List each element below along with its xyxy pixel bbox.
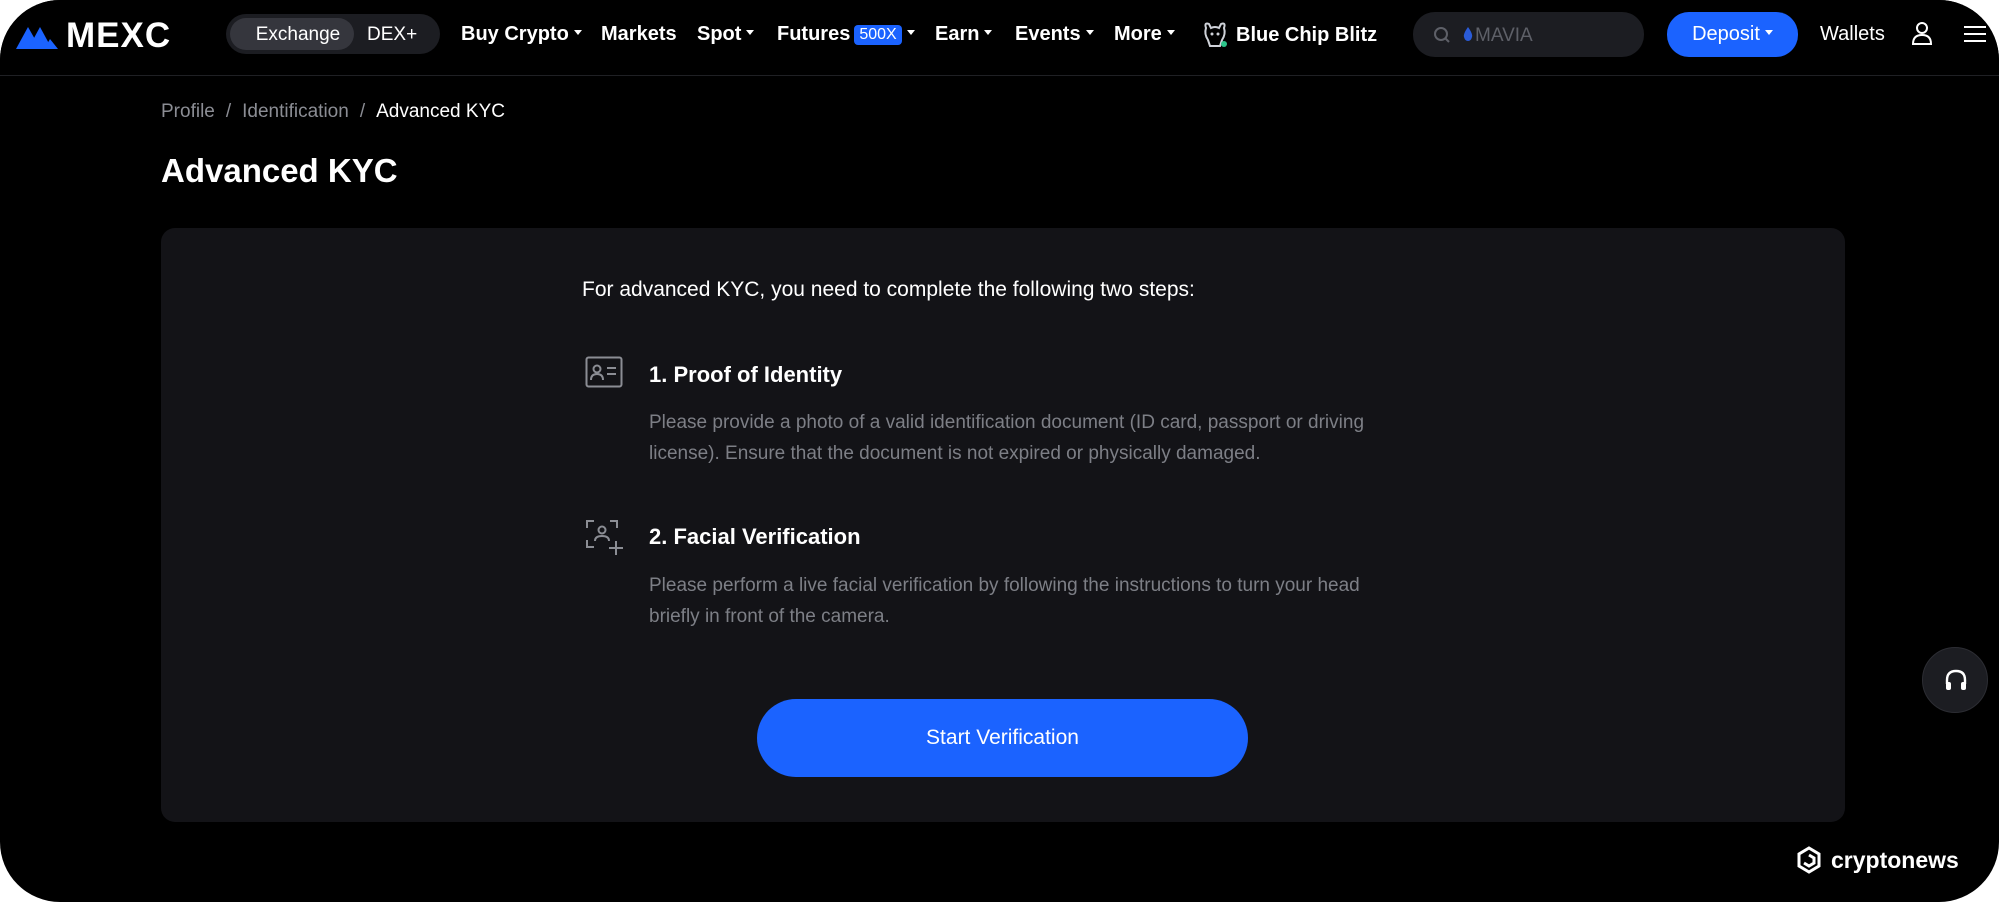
chevron-down-icon bbox=[1085, 30, 1094, 36]
nav-futures[interactable]: Futures 500X bbox=[777, 23, 915, 46]
headset-icon bbox=[1945, 669, 1967, 690]
menu-icon[interactable] bbox=[1962, 24, 1986, 44]
breadcrumb-identification[interactable]: Identification bbox=[242, 101, 349, 122]
top-nav: MEXC Exchange DEX+ Buy Crypto Markets Sp… bbox=[0, 0, 1999, 76]
nav-futures-label: Futures bbox=[777, 23, 851, 45]
exchange-dex-switch: Exchange DEX+ bbox=[226, 14, 440, 54]
kyc-intro-text: For advanced KYC, you need to complete t… bbox=[582, 278, 1195, 301]
nav-spot[interactable]: Spot bbox=[697, 23, 755, 46]
page-title: Advanced KYC bbox=[161, 152, 398, 189]
deposit-label: Deposit bbox=[1692, 23, 1760, 45]
flame-icon bbox=[1463, 27, 1473, 41]
breadcrumb-separator: / bbox=[225, 101, 232, 122]
breadcrumb-separator: / bbox=[359, 101, 366, 122]
support-button[interactable] bbox=[1922, 647, 1988, 713]
switch-dex[interactable]: DEX+ bbox=[367, 24, 417, 46]
promo-blue-chip-blitz[interactable]: Blue Chip Blitz bbox=[1200, 20, 1377, 50]
id-card-icon bbox=[585, 356, 623, 388]
nav-earn-label: Earn bbox=[935, 23, 980, 45]
step-2-title: 2. Facial Verification bbox=[649, 524, 861, 549]
nav-earn[interactable]: Earn bbox=[935, 23, 993, 46]
cryptonews-watermark: cryptonews bbox=[1795, 846, 1959, 874]
wallets-link[interactable]: Wallets bbox=[1820, 23, 1885, 46]
breadcrumb: Profile / Identification / Advanced KYC bbox=[161, 101, 505, 123]
step-2-desc-line-2: briefly in front of the camera. bbox=[649, 606, 890, 627]
start-verification-button[interactable]: Start Verification bbox=[757, 699, 1248, 777]
step-2-description: Please perform a live facial verificatio… bbox=[649, 570, 1479, 632]
nav-events[interactable]: Events bbox=[1015, 23, 1094, 46]
chevron-down-icon bbox=[1166, 30, 1175, 36]
deposit-button[interactable]: Deposit bbox=[1667, 12, 1798, 57]
promo-label: Blue Chip Blitz bbox=[1236, 23, 1378, 46]
cryptonews-logo-icon bbox=[1797, 846, 1821, 874]
nav-events-label: Events bbox=[1015, 23, 1081, 45]
nav-markets[interactable]: Markets bbox=[601, 23, 677, 46]
breadcrumb-current: Advanced KYC bbox=[376, 101, 505, 122]
step-1-description: Please provide a photo of a valid identi… bbox=[649, 407, 1479, 469]
step-1-desc-line-1: Please provide a photo of a valid identi… bbox=[649, 412, 1365, 433]
step-2-desc-line-1: Please perform a live facial verificatio… bbox=[649, 575, 1360, 596]
nav-buy-crypto-label: Buy Crypto bbox=[461, 23, 569, 45]
mexc-logo[interactable]: MEXC bbox=[14, 16, 171, 56]
chevron-down-icon bbox=[1764, 30, 1773, 36]
watermark-text: cryptonews bbox=[1831, 846, 1959, 873]
nav-more[interactable]: More bbox=[1114, 23, 1175, 46]
chevron-down-icon bbox=[746, 30, 755, 36]
bull-icon bbox=[1204, 22, 1227, 47]
user-icon[interactable] bbox=[1911, 21, 1933, 45]
step-1-desc-line-2: license). Ensure that the document is no… bbox=[649, 443, 1261, 464]
step-1-title: 1. Proof of Identity bbox=[649, 362, 843, 387]
mexc-logo-icon bbox=[16, 27, 58, 49]
chevron-down-icon bbox=[906, 30, 915, 36]
switch-exchange[interactable]: Exchange bbox=[244, 24, 352, 46]
futures-leverage-badge: 500X bbox=[854, 25, 902, 45]
app-frame: MEXC Exchange DEX+ Buy Crypto Markets Sp… bbox=[0, 0, 1999, 902]
nav-spot-label: Spot bbox=[697, 23, 742, 45]
face-scan-icon bbox=[586, 520, 623, 555]
nav-buy-crypto[interactable]: Buy Crypto bbox=[461, 23, 582, 46]
chevron-down-icon bbox=[984, 30, 993, 36]
chevron-down-icon bbox=[573, 30, 582, 36]
search-input[interactable]: MAVIA bbox=[1413, 12, 1644, 57]
logo-text: MEXC bbox=[66, 16, 172, 55]
breadcrumb-profile[interactable]: Profile bbox=[161, 101, 215, 122]
search-placeholder: MAVIA bbox=[1475, 25, 1533, 46]
nav-more-label: More bbox=[1114, 23, 1162, 45]
search-icon bbox=[1434, 27, 1450, 43]
nav-markets-label: Markets bbox=[601, 23, 677, 45]
